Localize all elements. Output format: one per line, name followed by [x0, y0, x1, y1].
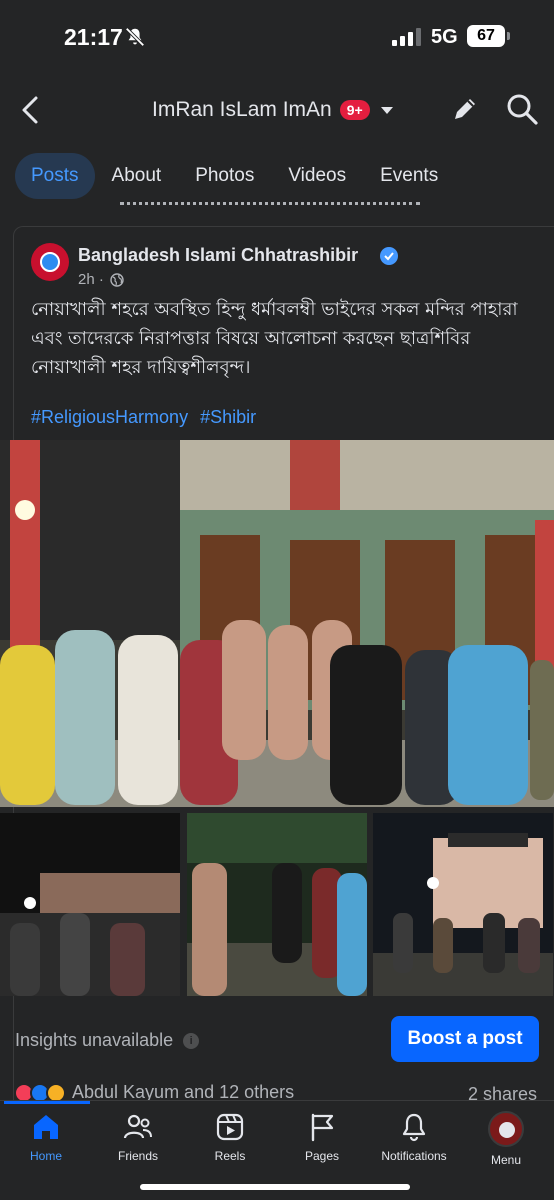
friends-icon: [123, 1114, 152, 1139]
profile-header: ImRan IsLam ImAn 9+: [0, 80, 554, 140]
active-tab-indicator: [4, 1101, 90, 1104]
hashtags: #ReligiousHarmony #Shibir: [31, 407, 256, 428]
search-icon[interactable]: [505, 92, 539, 126]
bottom-navigation: Home Friends Reels Pages Notifications M…: [0, 1100, 554, 1200]
nav-reels[interactable]: Reels: [184, 1111, 276, 1163]
back-arrow-icon[interactable]: [18, 94, 44, 126]
bell-icon: [402, 1113, 426, 1142]
insights-text: Insights unavailable: [15, 1030, 174, 1050]
verified-badge-icon: [380, 247, 398, 265]
post-photo-thumbnail[interactable]: [186, 813, 368, 996]
tab-photos[interactable]: Photos: [178, 153, 271, 199]
battery-icon: 67: [467, 25, 510, 47]
flag-icon: [311, 1113, 334, 1142]
status-bar: 21:17 5G 67: [0, 0, 554, 75]
reels-icon: [216, 1113, 244, 1141]
page-avatar[interactable]: [31, 243, 69, 281]
status-time: 21:17: [64, 24, 123, 50]
home-indicator: [140, 1184, 410, 1190]
tab-about[interactable]: About: [95, 153, 179, 199]
post-meta: 2h ·: [78, 271, 124, 288]
home-icon: [34, 1115, 58, 1139]
avatar: [488, 1111, 524, 1147]
post-author[interactable]: Bangladesh Islami Chhatrashibir: [78, 245, 358, 266]
nav-home[interactable]: Home: [0, 1111, 92, 1163]
tab-events[interactable]: Events: [363, 153, 455, 199]
insights-row: Insights unavailable i: [15, 1030, 200, 1051]
hashtag-link[interactable]: #Shibir: [200, 407, 256, 428]
nav-pages[interactable]: Pages: [276, 1111, 368, 1163]
network-type: 5G: [431, 26, 458, 48]
profile-switcher[interactable]: ImRan IsLam ImAn 9+: [152, 98, 394, 122]
bell-slash-icon: [125, 27, 145, 47]
post-photo-main[interactable]: [0, 440, 554, 807]
hashtag-link[interactable]: #ReligiousHarmony: [31, 407, 188, 428]
nav-notifications[interactable]: Notifications: [368, 1111, 460, 1163]
page-title: ImRan IsLam ImAn: [152, 98, 332, 121]
signal-icon: [392, 28, 421, 46]
post-text: নোয়াখালী শহরে অবস্থিত হিন্দু ধর্মাবলম্ব…: [31, 299, 518, 378]
pencil-icon[interactable]: [450, 94, 480, 124]
post-photo-thumbnail[interactable]: [0, 813, 181, 996]
tab-posts[interactable]: Posts: [15, 153, 95, 199]
nav-friends[interactable]: Friends: [92, 1111, 184, 1163]
tab-videos[interactable]: Videos: [271, 153, 363, 199]
profile-tabs: Posts About Photos Videos Events: [15, 153, 455, 199]
boost-post-button[interactable]: Boost a post: [391, 1016, 539, 1062]
globe-icon: [110, 272, 124, 287]
temple-group-photo: [0, 440, 554, 807]
caret-down-icon: [380, 107, 393, 114]
notification-badge: 9+: [339, 100, 370, 120]
post-photo-thumbnail[interactable]: [373, 813, 554, 996]
post-photo-grid: [0, 813, 554, 996]
nav-menu[interactable]: Menu: [460, 1111, 552, 1167]
info-icon[interactable]: i: [183, 1032, 200, 1049]
previous-post-cutoff: [0, 198, 554, 212]
post-time: 2h ·: [78, 271, 104, 288]
